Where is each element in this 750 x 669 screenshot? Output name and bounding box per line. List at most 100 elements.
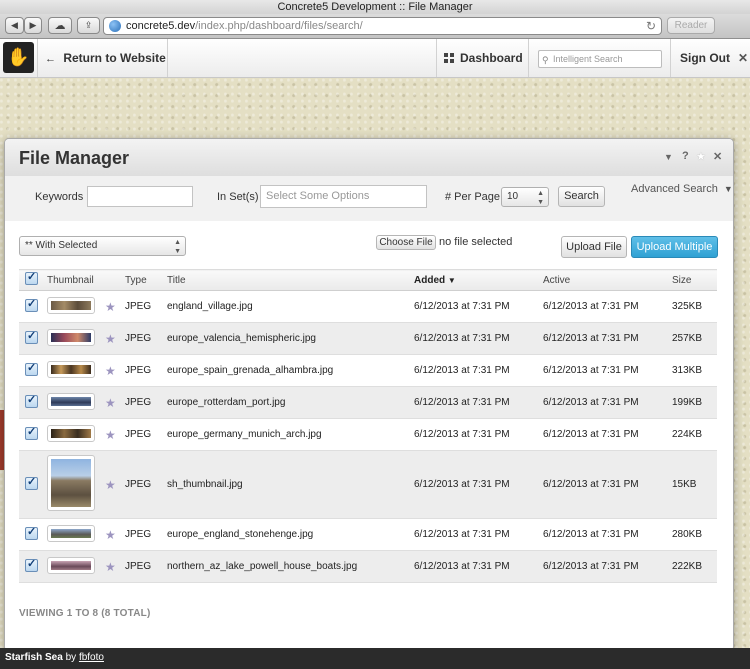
window-title: Concrete5 Development :: File Manager (0, 0, 750, 14)
table-row[interactable]: ★ JPEG england_village.jpg 6/12/2013 at … (19, 290, 717, 323)
table-row[interactable]: ★ JPEG europe_rotterdam_port.jpg 6/12/20… (19, 386, 717, 419)
no-file-selected-text: no file selected (439, 236, 513, 248)
share-button[interactable]: ⇪ (77, 17, 100, 34)
file-thumbnail[interactable] (47, 424, 95, 442)
row-select-cell[interactable] (19, 322, 47, 355)
keywords-input[interactable] (87, 186, 193, 207)
sets-multiselect[interactable]: Select Some Options (260, 185, 427, 208)
row-select-cell[interactable] (19, 386, 47, 419)
title-cell: europe_england_stonehenge.jpg (167, 518, 414, 551)
active-header[interactable]: Active (543, 269, 672, 291)
title-cell: europe_rotterdam_port.jpg (167, 386, 414, 419)
thumbnail-cell[interactable] (47, 450, 105, 519)
table-row[interactable]: ★ JPEG sh_thumbnail.jpg 6/12/2013 at 7:3… (19, 450, 717, 519)
star-cell[interactable]: ★ (105, 322, 125, 355)
advanced-search-toggle[interactable]: Advanced Search ▼ (631, 183, 733, 195)
added-header[interactable]: Added ▼ (414, 269, 543, 291)
active-cell: 6/12/2013 at 7:31 PM (543, 418, 672, 451)
star-cell[interactable]: ★ (105, 290, 125, 323)
select-all-header[interactable] (19, 269, 47, 291)
star-cell[interactable]: ★ (105, 518, 125, 551)
row-checkbox[interactable] (25, 475, 38, 490)
back-button[interactable]: ◀ (5, 17, 24, 34)
star-cell[interactable]: ★ (105, 550, 125, 583)
row-checkbox[interactable] (25, 425, 38, 440)
favorite-star-icon[interactable]: ★ (105, 396, 116, 410)
row-select-cell[interactable] (19, 450, 47, 519)
per-page-label: # Per Page (445, 191, 501, 203)
file-thumbnail[interactable] (47, 328, 95, 346)
title-header[interactable]: Title (167, 269, 414, 291)
favorite-star-icon[interactable]: ★ (105, 428, 116, 442)
favorite-star-icon[interactable]: ★ (105, 332, 116, 346)
favorite-star-icon[interactable]: ★ (105, 560, 116, 574)
favorite-star-icon[interactable]: ★ (105, 528, 116, 542)
sets-label: In Set(s) (217, 191, 259, 203)
table-row[interactable]: ★ JPEG europe_germany_munich_arch.jpg 6/… (19, 418, 717, 451)
search-button[interactable]: Search (558, 186, 605, 207)
file-thumbnail[interactable] (47, 524, 95, 542)
dashboard-link[interactable]: Dashboard (444, 39, 523, 77)
file-thumbnail[interactable] (47, 360, 95, 378)
row-select-cell[interactable] (19, 518, 47, 551)
file-thumbnail[interactable] (47, 296, 95, 314)
with-selected-select[interactable]: ** With Selected ▲ ▼ (19, 236, 186, 256)
table-row[interactable]: ★ JPEG northern_az_lake_powell_house_boa… (19, 550, 717, 583)
select-all-checkbox[interactable] (25, 270, 38, 285)
size-header[interactable]: Size (672, 269, 717, 291)
upload-file-button[interactable]: Upload File (561, 236, 627, 258)
favorite-star-icon[interactable]: ★ (105, 478, 116, 492)
star-cell[interactable]: ★ (105, 386, 125, 419)
file-thumbnail[interactable] (47, 556, 95, 574)
table-row[interactable]: ★ JPEG europe_england_stonehenge.jpg 6/1… (19, 518, 717, 551)
table-row[interactable]: ★ JPEG europe_valencia_hemispheric.jpg 6… (19, 322, 717, 355)
row-checkbox[interactable] (25, 361, 38, 376)
thumbnail-cell[interactable] (47, 386, 105, 419)
photo-author-link[interactable]: fbfoto (79, 652, 104, 663)
row-checkbox[interactable] (25, 557, 38, 572)
reader-button[interactable]: Reader (667, 17, 715, 34)
file-thumbnail[interactable] (47, 392, 95, 410)
row-checkbox[interactable] (25, 525, 38, 540)
title-cell: england_village.jpg (167, 290, 414, 323)
row-select-cell[interactable] (19, 354, 47, 387)
favorite-star-icon[interactable]: ★ (696, 150, 706, 163)
concrete5-logo-icon[interactable]: ✋ (3, 42, 34, 73)
reload-icon[interactable]: ↻ (646, 18, 656, 34)
forward-button[interactable]: ▶ (24, 17, 42, 34)
thumbnail-cell[interactable] (47, 518, 105, 551)
type-cell: JPEG (125, 322, 167, 355)
upload-multiple-button[interactable]: Upload Multiple (631, 236, 718, 258)
star-cell[interactable]: ★ (105, 450, 125, 519)
thumbnail-cell[interactable] (47, 290, 105, 323)
thumbnail-cell[interactable] (47, 354, 105, 387)
collapse-icon[interactable]: ▼ (664, 152, 673, 162)
favorite-star-icon[interactable]: ★ (105, 364, 116, 378)
star-cell[interactable]: ★ (105, 354, 125, 387)
row-select-cell[interactable] (19, 418, 47, 451)
star-cell[interactable]: ★ (105, 418, 125, 451)
icloud-button[interactable]: ☁ (48, 17, 72, 34)
row-select-cell[interactable] (19, 550, 47, 583)
thumbnail-cell[interactable] (47, 550, 105, 583)
sign-out-link[interactable]: Sign Out ✕ (680, 39, 748, 77)
row-checkbox[interactable] (25, 329, 38, 344)
row-checkbox[interactable] (25, 393, 38, 408)
close-icon[interactable]: ✕ (713, 150, 722, 163)
table-row[interactable]: ★ JPEG europe_spain_grenada_alhambra.jpg… (19, 354, 717, 387)
favorite-star-icon[interactable]: ★ (105, 300, 116, 314)
thumbnail-cell[interactable] (47, 418, 105, 451)
thumbnail-cell[interactable] (47, 322, 105, 355)
per-page-select[interactable]: 10 ▲ ▼ (501, 187, 549, 207)
row-select-cell[interactable] (19, 290, 47, 323)
type-header[interactable]: Type (125, 269, 167, 291)
return-to-website-link[interactable]: ← Return to Website (45, 39, 166, 77)
address-bar[interactable]: concrete5.dev/index.php/dashboard/files/… (103, 17, 662, 35)
choose-file-button[interactable]: Choose File (376, 235, 436, 250)
sort-desc-icon: ▼ (447, 275, 456, 285)
type-cell: JPEG (125, 518, 167, 551)
intelligent-search-input[interactable]: ⚲ Intelligent Search (538, 50, 662, 68)
row-checkbox[interactable] (25, 297, 38, 312)
help-icon[interactable]: ? (682, 150, 689, 162)
file-thumbnail[interactable] (47, 455, 95, 511)
